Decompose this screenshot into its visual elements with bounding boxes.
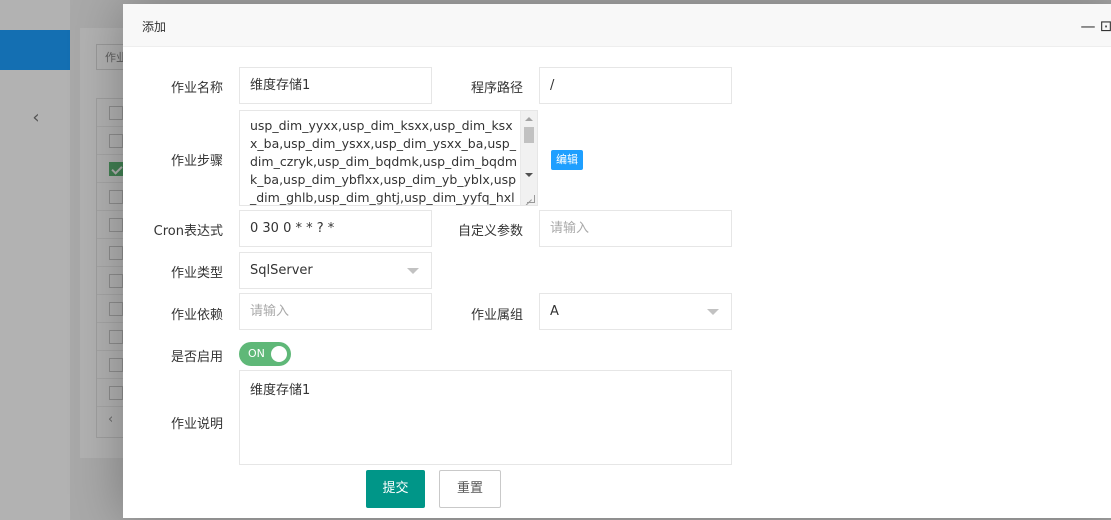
job-steps-textarea[interactable]: usp_dim_yyxx,usp_dim_ksxx,usp_dim_ksxx_b… bbox=[239, 110, 538, 206]
job-steps-label: 作业步骤 bbox=[170, 154, 223, 169]
toggle-state-text: ON bbox=[248, 347, 265, 360]
scroll-up-icon[interactable] bbox=[525, 117, 533, 121]
job-steps-text: usp_dim_yyxx,usp_dim_ksxx,usp_dim_ksxx_b… bbox=[250, 118, 518, 205]
cron-label: Cron表达式 bbox=[153, 224, 223, 239]
job-name-input[interactable]: 维度存储1 bbox=[239, 67, 432, 104]
submit-button[interactable]: 提交 bbox=[366, 470, 425, 508]
job-dependency-label: 作业依赖 bbox=[170, 308, 223, 323]
add-job-dialog: 添加 — ⊡ × 作业名称 维度存储1 程序路径 / 作业步骤 usp_dim_… bbox=[123, 4, 1111, 518]
custom-params-label: 自定义参数 bbox=[457, 224, 523, 239]
description-textarea[interactable]: 维度存储1 bbox=[239, 370, 732, 465]
job-steps-scrollbar[interactable] bbox=[520, 111, 537, 205]
reset-button[interactable]: 重置 bbox=[439, 470, 501, 508]
resize-grip-icon[interactable] bbox=[527, 195, 535, 203]
chevron-down-icon bbox=[707, 309, 719, 315]
chevron-down-icon bbox=[407, 268, 419, 274]
dialog-body: 作业名称 维度存储1 程序路径 / 作业步骤 usp_dim_yyxx,usp_… bbox=[123, 48, 1111, 518]
custom-params-input[interactable]: 请输入 bbox=[539, 210, 732, 247]
job-type-label: 作业类型 bbox=[170, 266, 223, 281]
scroll-down-icon[interactable] bbox=[525, 173, 533, 177]
job-dependency-input[interactable]: 请输入 bbox=[239, 293, 432, 330]
job-group-select[interactable]: A bbox=[539, 293, 732, 330]
minimize-icon[interactable]: — bbox=[1079, 16, 1097, 36]
description-label: 作业说明 bbox=[170, 417, 223, 432]
program-path-label: 程序路径 bbox=[470, 81, 523, 96]
dialog-title-bar[interactable]: 添加 — ⊡ × bbox=[123, 4, 1111, 47]
maximize-icon[interactable]: ⊡ bbox=[1097, 16, 1111, 36]
job-name-label: 作业名称 bbox=[170, 81, 223, 96]
scroll-thumb[interactable] bbox=[524, 127, 534, 143]
enabled-toggle[interactable]: ON bbox=[239, 342, 291, 366]
job-group-label: 作业属组 bbox=[470, 308, 523, 323]
edit-steps-button[interactable]: 编辑 bbox=[551, 150, 583, 170]
cron-input[interactable]: 0 30 0 * * ? * bbox=[239, 210, 432, 247]
program-path-input[interactable]: / bbox=[539, 67, 732, 104]
job-type-select[interactable]: SqlServer bbox=[239, 252, 432, 289]
dialog-title: 添加 bbox=[142, 20, 167, 34]
enabled-label: 是否启用 bbox=[170, 350, 223, 365]
toggle-knob bbox=[271, 346, 287, 362]
job-group-value: A bbox=[550, 304, 559, 319]
job-type-value: SqlServer bbox=[250, 263, 313, 278]
